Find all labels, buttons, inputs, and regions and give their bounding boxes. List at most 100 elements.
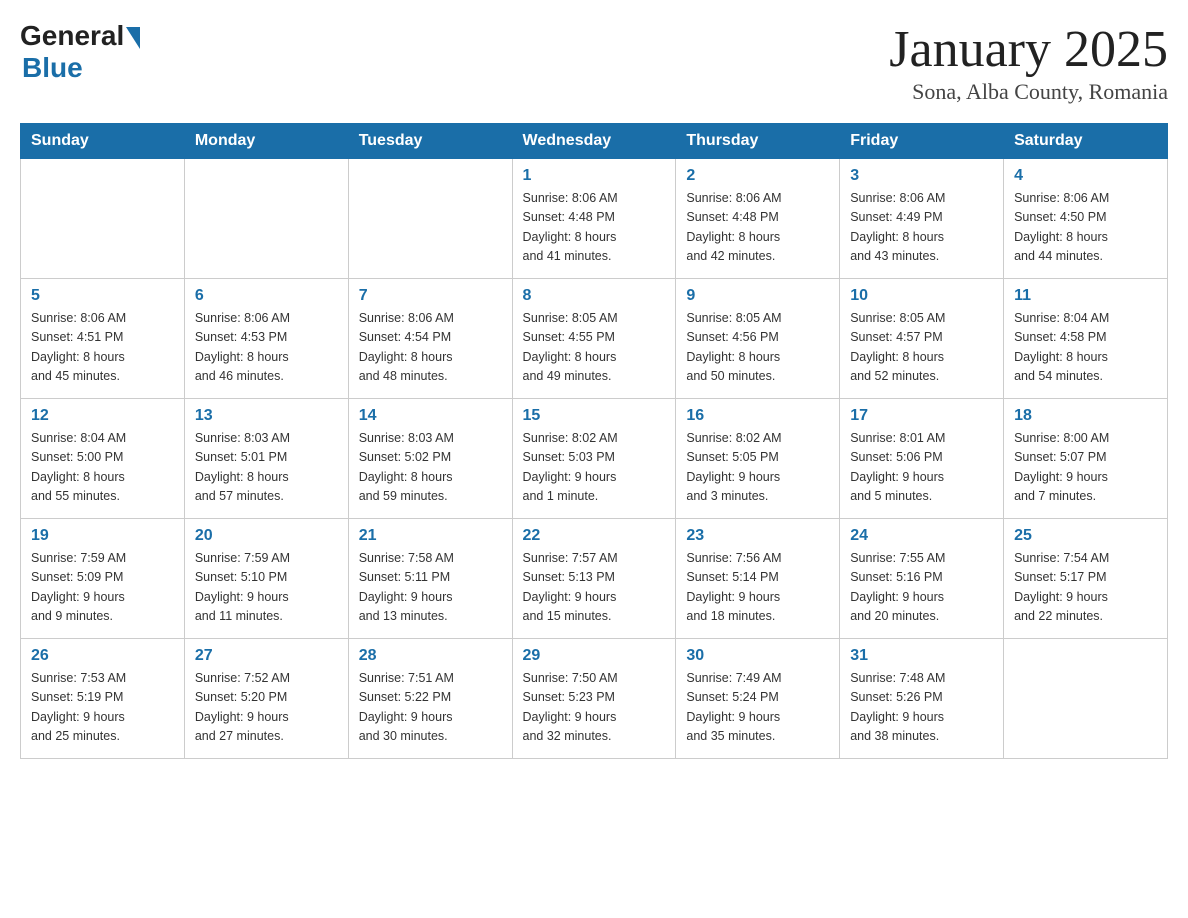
header: General Blue January 2025 Sona, Alba Cou… [20, 20, 1168, 105]
logo-general-text: General [20, 20, 124, 52]
day-info: Sunrise: 8:04 AM Sunset: 5:00 PM Dayligh… [31, 429, 174, 507]
day-cell: 22Sunrise: 7:57 AM Sunset: 5:13 PM Dayli… [512, 519, 676, 639]
day-number: 24 [850, 527, 993, 545]
day-number: 26 [31, 647, 174, 665]
week-row-2: 5 Sunrise: 8:06 AM Sunset: 4:51 PM Daylig… [21, 279, 1168, 399]
day-number: 7 [359, 287, 502, 305]
header-cell-tuesday: Tuesday [348, 124, 512, 159]
day-cell: 16 Sunrise: 8:02 AM Sunset: 5:05 PM Dayli… [676, 399, 840, 519]
header-cell-sunday: Sunday [21, 124, 185, 159]
day-info: Sunrise: 8:06 AM Sunset: 4:48 PM Dayligh… [686, 189, 829, 267]
day-cell [1004, 639, 1168, 759]
day-number: 19 [31, 527, 174, 545]
day-cell: 25Sunrise: 7:54 AM Sunset: 5:17 PM Dayli… [1004, 519, 1168, 639]
day-info: Sunrise: 8:04 AM Sunset: 4:58 PM Dayligh… [1014, 309, 1157, 387]
day-cell: 28 Sunrise: 7:51 AM Sunset: 5:22 PM Dayli… [348, 639, 512, 759]
header-cell-wednesday: Wednesday [512, 124, 676, 159]
header-row: SundayMondayTuesdayWednesdayThursdayFrid… [21, 124, 1168, 159]
day-info: Sunrise: 8:05 AM Sunset: 4:56 PM Dayligh… [686, 309, 829, 387]
day-number: 20 [195, 527, 338, 545]
day-cell: 21 Sunrise: 7:58 AM Sunset: 5:11 PM Dayli… [348, 519, 512, 639]
day-cell: 24 Sunrise: 7:55 AM Sunset: 5:16 PM Dayli… [840, 519, 1004, 639]
day-info: Sunrise: 8:06 AM Sunset: 4:53 PM Dayligh… [195, 309, 338, 387]
day-info: Sunrise: 8:05 AM Sunset: 4:55 PM Dayligh… [523, 309, 666, 387]
day-cell: 14 Sunrise: 8:03 AM Sunset: 5:02 PM Dayli… [348, 399, 512, 519]
day-info: Sunrise: 7:49 AM Sunset: 5:24 PM Dayligh… [686, 669, 829, 747]
day-number: 25 [1014, 527, 1157, 545]
logo-triangle-icon [126, 27, 140, 49]
day-number: 6 [195, 287, 338, 305]
day-number: 18 [1014, 407, 1157, 425]
day-cell: 1Sunrise: 8:06 AM Sunset: 4:48 PM Daylig… [512, 159, 676, 279]
header-cell-monday: Monday [184, 124, 348, 159]
day-number: 29 [523, 647, 666, 665]
day-info: Sunrise: 7:56 AM Sunset: 5:14 PM Dayligh… [686, 549, 829, 627]
day-info: Sunrise: 7:58 AM Sunset: 5:11 PM Dayligh… [359, 549, 502, 627]
header-cell-saturday: Saturday [1004, 124, 1168, 159]
day-info: Sunrise: 8:00 AM Sunset: 5:07 PM Dayligh… [1014, 429, 1157, 507]
day-number: 10 [850, 287, 993, 305]
day-number: 11 [1014, 287, 1157, 305]
day-cell: 4 Sunrise: 8:06 AM Sunset: 4:50 PM Daylig… [1004, 159, 1168, 279]
day-number: 17 [850, 407, 993, 425]
day-info: Sunrise: 8:06 AM Sunset: 4:50 PM Dayligh… [1014, 189, 1157, 267]
calendar-header: SundayMondayTuesdayWednesdayThursdayFrid… [21, 124, 1168, 159]
day-info: Sunrise: 7:48 AM Sunset: 5:26 PM Dayligh… [850, 669, 993, 747]
week-row-3: 12Sunrise: 8:04 AM Sunset: 5:00 PM Dayli… [21, 399, 1168, 519]
day-cell: 3 Sunrise: 8:06 AM Sunset: 4:49 PM Daylig… [840, 159, 1004, 279]
day-number: 21 [359, 527, 502, 545]
day-cell: 13Sunrise: 8:03 AM Sunset: 5:01 PM Dayli… [184, 399, 348, 519]
day-number: 16 [686, 407, 829, 425]
day-info: Sunrise: 7:53 AM Sunset: 5:19 PM Dayligh… [31, 669, 174, 747]
location: Sona, Alba County, Romania [889, 79, 1168, 105]
day-number: 8 [523, 287, 666, 305]
day-number: 31 [850, 647, 993, 665]
day-number: 15 [523, 407, 666, 425]
day-number: 9 [686, 287, 829, 305]
day-info: Sunrise: 8:02 AM Sunset: 5:05 PM Dayligh… [686, 429, 829, 507]
day-info: Sunrise: 7:52 AM Sunset: 5:20 PM Dayligh… [195, 669, 338, 747]
day-cell: 18 Sunrise: 8:00 AM Sunset: 5:07 PM Dayli… [1004, 399, 1168, 519]
day-info: Sunrise: 8:03 AM Sunset: 5:02 PM Dayligh… [359, 429, 502, 507]
day-number: 27 [195, 647, 338, 665]
day-info: Sunrise: 7:59 AM Sunset: 5:09 PM Dayligh… [31, 549, 174, 627]
day-cell: 23 Sunrise: 7:56 AM Sunset: 5:14 PM Dayli… [676, 519, 840, 639]
day-number: 5 [31, 287, 174, 305]
day-number: 4 [1014, 167, 1157, 185]
day-number: 14 [359, 407, 502, 425]
logo-blue-text: Blue [22, 52, 83, 84]
month-title: January 2025 [889, 20, 1168, 79]
week-row-4: 19 Sunrise: 7:59 AM Sunset: 5:09 PM Dayli… [21, 519, 1168, 639]
day-info: Sunrise: 7:50 AM Sunset: 5:23 PM Dayligh… [523, 669, 666, 747]
day-info: Sunrise: 7:55 AM Sunset: 5:16 PM Dayligh… [850, 549, 993, 627]
day-cell: 27 Sunrise: 7:52 AM Sunset: 5:20 PM Dayli… [184, 639, 348, 759]
day-cell: 12Sunrise: 8:04 AM Sunset: 5:00 PM Dayli… [21, 399, 185, 519]
day-cell: 2 Sunrise: 8:06 AM Sunset: 4:48 PM Daylig… [676, 159, 840, 279]
calendar-body: 1 Sunrise: 8:06 AM Sunset: 4:48 PM Daylig… [21, 159, 1168, 759]
day-info: Sunrise: 7:51 AM Sunset: 5:22 PM Dayligh… [359, 669, 502, 747]
day-info: Sunrise: 8:06 AM Sunset: 4:51 PM Dayligh… [31, 309, 174, 387]
day-info: Sunrise: 8:06 AM Sunset: 4:54 PM Dayligh… [359, 309, 502, 387]
day-number: 1 [523, 167, 666, 185]
day-cell: 8 Sunrise: 8:05 AM Sunset: 4:55 PM Daylig… [512, 279, 676, 399]
day-cell: 30Sunrise: 7:49 AM Sunset: 5:24 PM Dayli… [676, 639, 840, 759]
day-number: 3 [850, 167, 993, 185]
day-cell: 5 Sunrise: 8:06 AM Sunset: 4:51 PM Daylig… [21, 279, 185, 399]
header-cell-thursday: Thursday [676, 124, 840, 159]
day-cell: 26 Sunrise: 7:53 AM Sunset: 5:19 PM Dayli… [21, 639, 185, 759]
day-cell: 9 Sunrise: 8:05 AM Sunset: 4:56 PM Daylig… [676, 279, 840, 399]
day-cell [348, 159, 512, 279]
day-info: Sunrise: 8:06 AM Sunset: 4:49 PM Dayligh… [850, 189, 993, 267]
week-row-1: 1 Sunrise: 8:06 AM Sunset: 4:48 PM Daylig… [21, 159, 1168, 279]
day-number: 23 [686, 527, 829, 545]
header-cell-friday: Friday [840, 124, 1004, 159]
day-number: 2 [686, 167, 829, 185]
day-cell: 11 Sunrise: 8:04 AM Sunset: 4:58 PM Dayli… [1004, 279, 1168, 399]
title-area: January 2025 Sona, Alba County, Romania [889, 20, 1168, 105]
day-info: Sunrise: 8:03 AM Sunset: 5:01 PM Dayligh… [195, 429, 338, 507]
day-info: Sunrise: 8:05 AM Sunset: 4:57 PM Dayligh… [850, 309, 993, 387]
day-info: Sunrise: 8:02 AM Sunset: 5:03 PM Dayligh… [523, 429, 666, 507]
day-number: 28 [359, 647, 502, 665]
day-cell [184, 159, 348, 279]
day-cell: 7 Sunrise: 8:06 AM Sunset: 4:54 PM Daylig… [348, 279, 512, 399]
